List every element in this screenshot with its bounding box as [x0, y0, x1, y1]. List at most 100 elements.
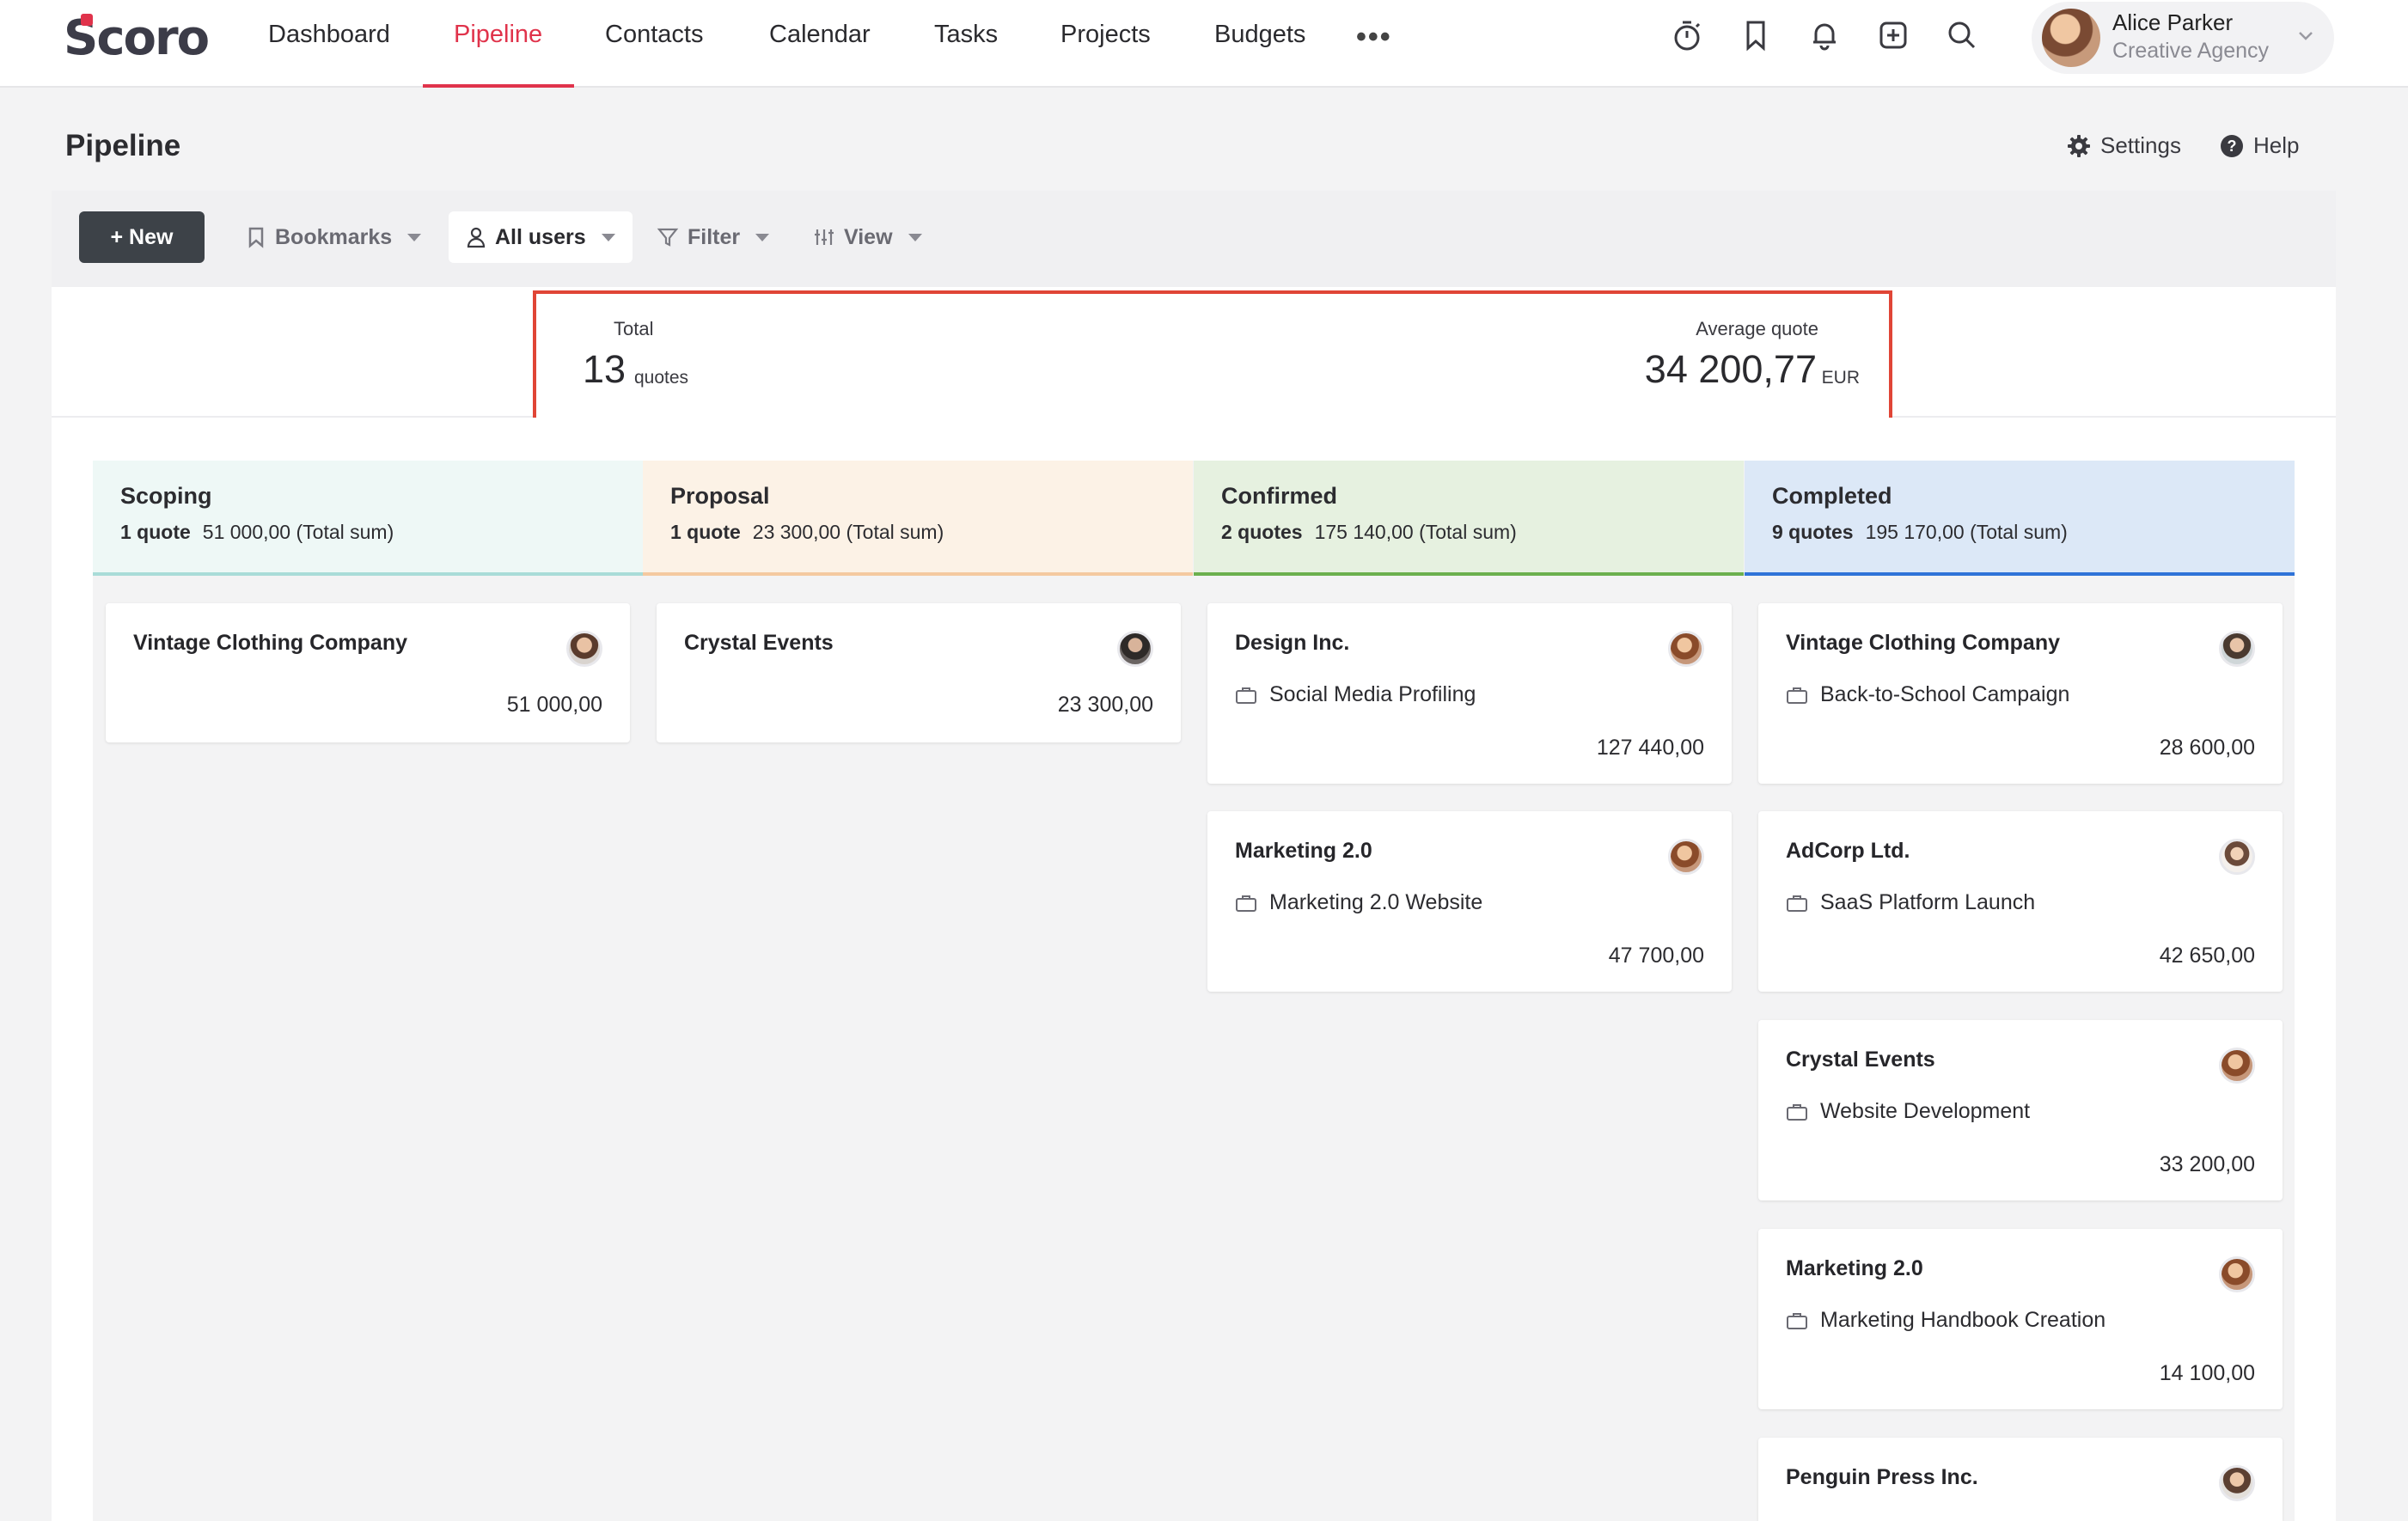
filter-dropdown[interactable]: Filter [657, 211, 770, 263]
users-filter-dropdown[interactable]: All users [449, 211, 633, 263]
card-amount: 51 000,00 [506, 693, 602, 717]
view-dropdown[interactable]: View [813, 211, 922, 263]
briefcase-icon [1787, 895, 1807, 912]
card-client-name: Vintage Clothing Company [1786, 631, 2060, 655]
owner-avatar [1668, 631, 1704, 667]
help-link[interactable]: ? Help [2219, 132, 2299, 159]
view-label: View [844, 224, 893, 249]
bell-icon[interactable] [1805, 15, 1844, 55]
user-name: Alice Parker [2112, 9, 2234, 35]
nav-projects[interactable]: Projects [1060, 0, 1151, 88]
card-amount: 127 440,00 [1596, 736, 1704, 760]
bookmarks-label: Bookmarks [275, 224, 393, 249]
nav-dashboard[interactable]: Dashboard [268, 0, 390, 88]
column-header-confirmed[interactable]: Confirmed 2 quotes 175 140,00 (Total sum) [1194, 461, 1744, 576]
column-count: 2 quotes [1221, 521, 1303, 543]
briefcase-icon [1236, 895, 1256, 912]
logo-mark [81, 14, 93, 26]
card-project: Website Development [1786, 1099, 2030, 1124]
owner-avatar [2219, 1256, 2255, 1292]
quote-card[interactable]: Vintage Clothing Company 51 000,00 [106, 603, 630, 742]
nav-pipeline[interactable]: Pipeline [454, 0, 542, 88]
column-sum: 51 000,00 (Total sum) [202, 521, 394, 543]
column-header-proposal[interactable]: Proposal 1 quote 23 300,00 (Total sum) [643, 461, 1193, 576]
briefcase-icon [1236, 687, 1256, 704]
help-label: Help [2253, 132, 2300, 158]
total-unit: quotes [634, 368, 689, 388]
quote-card[interactable]: Marketing 2.0 Marketing Handbook Creatio… [1758, 1229, 2283, 1409]
scoro-logo[interactable]: Scoro [64, 10, 210, 66]
user-avatar [2042, 9, 2100, 67]
new-button[interactable]: + New [79, 211, 205, 263]
column-summary: 9 quotes 195 170,00 (Total sum) [1772, 521, 2068, 544]
bookmarks-dropdown[interactable]: Bookmarks [246, 211, 422, 263]
column-header-scoping[interactable]: Scoping 1 quote 51 000,00 (Total sum) [93, 461, 643, 576]
column-summary: 1 quote 23 300,00 (Total sum) [670, 521, 944, 544]
total-label: Total [614, 318, 654, 339]
column-header-completed[interactable]: Completed 9 quotes 195 170,00 (Total sum) [1745, 461, 2295, 576]
card-amount: 47 700,00 [1608, 944, 1704, 968]
total-value: 13 [583, 347, 626, 391]
quote-card[interactable]: Crystal Events Website Development 33 20… [1758, 1020, 2283, 1200]
caret-down-icon [601, 233, 615, 241]
column-sum: 175 140,00 (Total sum) [1314, 521, 1517, 543]
quote-card[interactable]: Vintage Clothing Company Back-to-School … [1758, 603, 2283, 784]
nav-contacts[interactable]: Contacts [605, 0, 703, 88]
active-nav-underline [423, 84, 574, 88]
card-client-name: Crystal Events [1786, 1048, 1935, 1072]
column-sum: 23 300,00 (Total sum) [752, 521, 944, 543]
user-menu[interactable]: Alice Parker Creative Agency [2032, 2, 2334, 74]
card-project: Marketing 2.0 Website [1235, 890, 1482, 915]
briefcase-icon [1787, 687, 1807, 704]
card-client-name: Vintage Clothing Company [133, 631, 407, 655]
timer-icon[interactable] [1667, 15, 1707, 55]
card-amount: 42 650,00 [2159, 944, 2255, 968]
card-amount: 14 100,00 [2159, 1361, 2255, 1385]
nav-tasks[interactable]: Tasks [934, 0, 998, 88]
card-project: Marketing Handbook Creation [1786, 1308, 2105, 1333]
card-project-name: Marketing Handbook Creation [1820, 1308, 2106, 1332]
owner-avatar [2219, 1465, 2255, 1501]
card-project-name: Marketing 2.0 Website [1269, 890, 1483, 914]
card-project-name: SaaS Platform Launch [1820, 890, 2036, 914]
bookmark-icon[interactable] [1736, 15, 1775, 55]
chevron-down-icon [2299, 32, 2313, 40]
users-label: All users [495, 224, 586, 249]
caret-down-icon [755, 233, 770, 241]
quote-card[interactable]: Crystal Events 23 300,00 [657, 603, 1181, 742]
filter-label: Filter [688, 224, 741, 249]
card-client-name: AdCorp Ltd. [1786, 839, 1910, 863]
card-amount: 33 200,00 [2159, 1152, 2255, 1176]
column-count: 1 quote [120, 521, 191, 543]
card-project: Back-to-School Campaign [1786, 682, 2069, 707]
card-amount: 23 300,00 [1057, 693, 1153, 717]
user-icon [467, 227, 486, 248]
average-quote-value: 34 200,77 [1644, 347, 1817, 391]
column-count: 1 quote [670, 521, 741, 543]
owner-avatar [566, 631, 602, 667]
owner-avatar [1668, 839, 1704, 875]
search-icon[interactable] [1942, 15, 1982, 55]
gear-icon [2068, 134, 2090, 157]
nav-calendar[interactable]: Calendar [769, 0, 871, 88]
nav-more-button[interactable]: ••• [1356, 21, 1392, 54]
nav-budgets[interactable]: Budgets [1214, 0, 1305, 88]
owner-avatar [2219, 839, 2255, 875]
quote-card[interactable]: Marketing 2.0 Marketing 2.0 Website 47 7… [1207, 811, 1732, 992]
add-square-icon[interactable] [1873, 15, 1913, 55]
svg-text:?: ? [2228, 137, 2237, 155]
owner-avatar [2219, 631, 2255, 667]
card-project-name: Social Media Profiling [1269, 682, 1476, 706]
card-client-name: Marketing 2.0 [1786, 1256, 1923, 1280]
quote-card[interactable]: Design Inc. Social Media Profiling 127 4… [1207, 603, 1732, 784]
quote-card[interactable]: Penguin Press Inc. [1758, 1438, 2283, 1521]
quote-card[interactable]: AdCorp Ltd. SaaS Platform Launch 42 650,… [1758, 811, 2283, 992]
column-title: Confirmed [1221, 483, 1337, 509]
owner-avatar [2219, 1048, 2255, 1084]
card-client-name: Design Inc. [1235, 631, 1350, 655]
card-project: Social Media Profiling [1235, 682, 1476, 707]
top-navigation-bar: Scoro Dashboard Pipeline Contacts Calend… [0, 0, 2408, 88]
briefcase-icon [1787, 1103, 1807, 1121]
settings-link[interactable]: Settings [2066, 132, 2181, 159]
briefcase-icon [1787, 1312, 1807, 1329]
